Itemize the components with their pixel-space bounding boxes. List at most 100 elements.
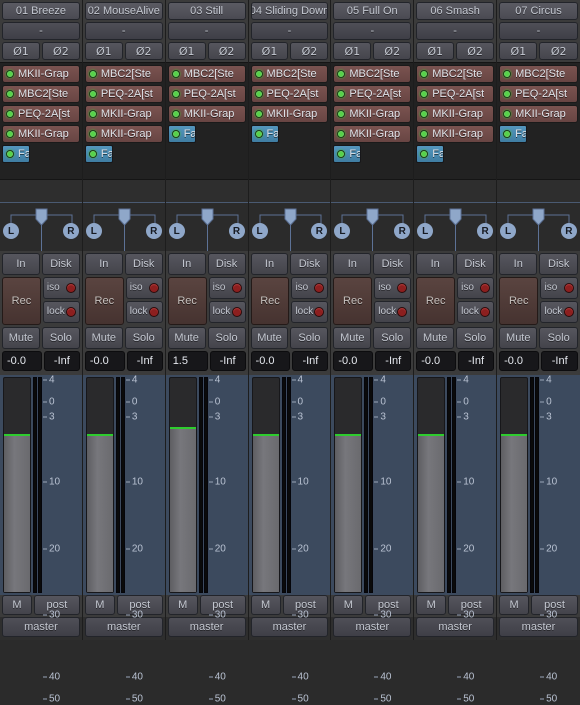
processor-fader[interactable]: Fader <box>416 145 445 163</box>
meter-type-button[interactable]: M <box>84 595 115 615</box>
panner[interactable]: LR <box>414 202 497 251</box>
meter-type-button[interactable]: M <box>167 595 198 615</box>
peak-display[interactable]: -Inf <box>541 351 578 371</box>
solo-isolate-button[interactable]: iso <box>540 277 578 299</box>
processor-fader[interactable]: Fader <box>84 145 113 163</box>
group-button[interactable]: - <box>333 22 412 40</box>
gain-fader-handle[interactable] <box>86 433 113 592</box>
group-button[interactable]: - <box>167 22 246 40</box>
solo-isolate-button[interactable]: iso <box>42 277 80 299</box>
panner-left-handle[interactable]: L <box>500 223 517 239</box>
processor-fader[interactable]: Fader <box>499 125 528 143</box>
solo-lock-button[interactable]: lock <box>540 301 578 323</box>
level-meter[interactable]: 4 0 3 10 20 30 40 50 <box>281 375 328 705</box>
panner[interactable]: LR <box>0 202 82 251</box>
output-button[interactable]: master <box>416 617 495 637</box>
record-enable-button[interactable]: Rec <box>2 277 41 325</box>
output-button[interactable]: master <box>499 617 578 637</box>
gain-display[interactable]: -0.0 <box>499 351 540 371</box>
processor-plugin[interactable]: MKII-Grap <box>416 125 495 143</box>
processor-box[interactable]: MBC2[Ste PEQ-2A[st MKII-Grap MKII-Grap Fader <box>414 62 497 180</box>
processor-plugin[interactable]: PEQ-2A[st <box>416 85 495 103</box>
panner-right-handle[interactable]: R <box>62 223 79 239</box>
output-button[interactable]: master <box>167 617 246 637</box>
processor-box[interactable]: MBC2[Ste PEQ-2A[st MKII-Grap MKII-Grap Fader <box>82 62 165 180</box>
phase-invert-button-2[interactable]: Ø2 <box>124 42 163 60</box>
monitor-disk-button[interactable]: Disk <box>41 253 80 275</box>
track-name-button[interactable]: 03 Still <box>167 2 246 20</box>
group-button[interactable]: - <box>416 22 495 40</box>
processor-plugin[interactable]: PEQ-2A[st <box>167 85 246 103</box>
monitor-input-button[interactable]: In <box>250 253 289 275</box>
solo-button[interactable]: Solo <box>539 327 578 349</box>
solo-isolate-button[interactable]: iso <box>291 277 329 299</box>
mute-button[interactable]: Mute <box>333 327 372 349</box>
panner-right-handle[interactable]: R <box>560 223 577 239</box>
level-meter[interactable]: 4 0 3 10 20 30 40 50 <box>364 375 410 705</box>
monitor-disk-button[interactable]: Disk <box>539 253 578 275</box>
solo-button[interactable]: Solo <box>456 327 495 349</box>
phase-invert-button-1[interactable]: Ø1 <box>333 42 372 60</box>
solo-lock-button[interactable]: lock <box>208 301 246 323</box>
phase-invert-button-1[interactable]: Ø1 <box>499 42 538 60</box>
monitor-disk-button[interactable]: Disk <box>124 253 163 275</box>
monitor-input-button[interactable]: In <box>2 253 40 275</box>
track-name-button[interactable]: 05 Full On <box>333 2 412 20</box>
solo-button[interactable]: Solo <box>207 327 246 349</box>
output-button[interactable]: master <box>2 617 80 637</box>
processor-box[interactable]: MBC2[Ste PEQ-2A[st MKII-Grap Fader <box>497 62 580 180</box>
processor-plugin[interactable]: MBC2[Ste <box>499 65 578 83</box>
track-name-button[interactable]: 02 MouseAlive <box>84 2 163 20</box>
gain-display[interactable]: -0.0 <box>333 351 374 371</box>
record-enable-button[interactable]: Rec <box>167 277 207 325</box>
record-enable-button[interactable]: Rec <box>416 277 456 325</box>
phase-invert-button-1[interactable]: Ø1 <box>2 42 40 60</box>
gain-fader-handle[interactable] <box>501 433 528 592</box>
monitor-input-button[interactable]: In <box>499 253 538 275</box>
output-button[interactable]: master <box>333 617 412 637</box>
panner-left-handle[interactable]: L <box>168 223 185 239</box>
group-button[interactable]: - <box>2 22 80 40</box>
panner[interactable]: LR <box>331 202 414 251</box>
record-enable-button[interactable]: Rec <box>499 277 539 325</box>
processor-plugin[interactable]: PEQ-2A[st <box>84 85 163 103</box>
track-name-button[interactable]: 04 Sliding Down <box>250 2 329 20</box>
panner-right-handle[interactable]: R <box>228 223 245 239</box>
panner-right-handle[interactable]: R <box>145 223 162 239</box>
phase-invert-button-1[interactable]: Ø1 <box>167 42 206 60</box>
processor-plugin[interactable]: MBC2[Ste <box>84 65 163 83</box>
processor-plugin[interactable]: MKII-Grap <box>250 105 329 123</box>
peak-display[interactable]: -Inf <box>292 351 329 371</box>
peak-display[interactable]: -Inf <box>375 351 412 371</box>
gain-fader[interactable] <box>3 377 31 593</box>
meter-type-button[interactable]: M <box>499 595 530 615</box>
gain-fader-handle[interactable] <box>418 433 445 592</box>
phase-invert-button-1[interactable]: Ø1 <box>416 42 455 60</box>
mute-button[interactable]: Mute <box>84 327 123 349</box>
solo-lock-button[interactable]: lock <box>457 301 495 323</box>
processor-box[interactable]: MKII-Grap MBC2[Ste PEQ-2A[st MKII-Grap Fader <box>0 62 82 180</box>
phase-invert-button-2[interactable]: Ø2 <box>207 42 246 60</box>
processor-plugin[interactable]: PEQ-2A[st <box>250 85 329 103</box>
solo-isolate-button[interactable]: iso <box>457 277 495 299</box>
group-button[interactable]: - <box>84 22 163 40</box>
solo-lock-button[interactable]: lock <box>42 301 80 323</box>
gain-display[interactable]: -0.0 <box>416 351 457 371</box>
panner[interactable]: LR <box>82 202 165 251</box>
processor-plugin[interactable]: PEQ-2A[st <box>333 85 412 103</box>
meter-type-button[interactable]: M <box>250 595 281 615</box>
level-meter[interactable]: 4 0 3 10 20 30 40 50 <box>33 375 79 705</box>
meter-type-button[interactable]: M <box>2 595 32 615</box>
group-button[interactable]: - <box>499 22 578 40</box>
processor-fader[interactable]: Fader <box>167 125 196 143</box>
level-meter[interactable]: 4 0 3 10 20 30 40 50 <box>198 375 245 705</box>
phase-invert-button-1[interactable]: Ø1 <box>84 42 123 60</box>
monitor-input-button[interactable]: In <box>167 253 206 275</box>
level-meter[interactable]: 4 0 3 10 20 30 40 50 <box>447 375 493 705</box>
gain-fader[interactable] <box>85 377 114 593</box>
phase-invert-button-2[interactable]: Ø2 <box>373 42 412 60</box>
processor-box[interactable]: MBC2[Ste PEQ-2A[st MKII-Grap Fader <box>248 62 331 180</box>
processor-plugin[interactable]: MKII-Grap <box>333 125 412 143</box>
solo-lock-button[interactable]: lock <box>125 301 163 323</box>
mute-button[interactable]: Mute <box>416 327 455 349</box>
